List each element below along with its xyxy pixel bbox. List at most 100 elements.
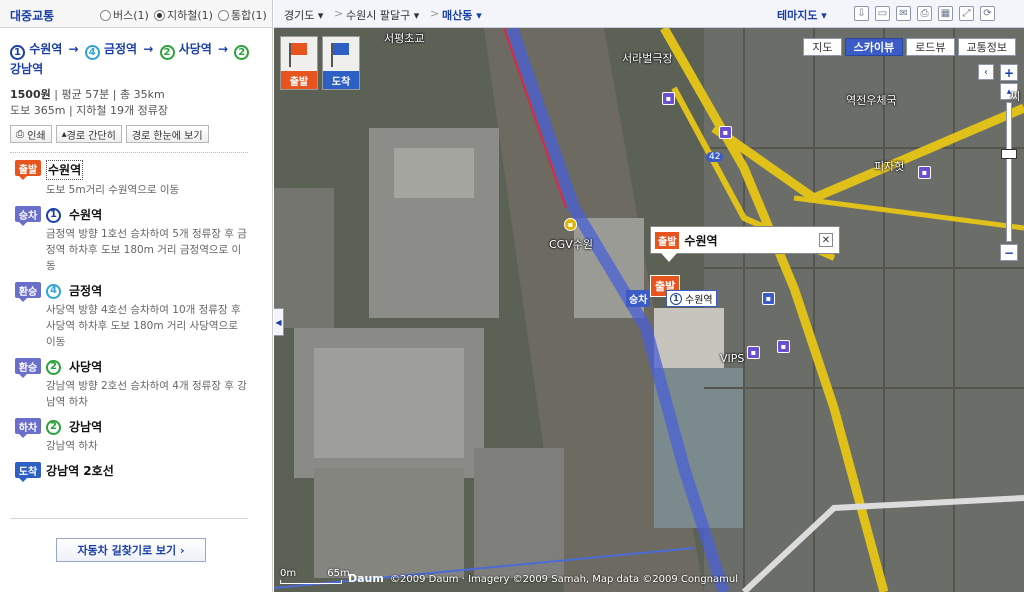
step-transfer[interactable]: 환승 4 금정역 사당역 방향 4호선 승차하여 10개 정류장 후 사당역 하차… xyxy=(10,282,248,350)
map-label[interactable]: 서평초교 xyxy=(384,30,424,46)
print-icon: ⎙ xyxy=(16,128,28,140)
movie-theater-icon[interactable]: ▪ xyxy=(564,218,577,231)
grid-icon[interactable]: ▦ xyxy=(938,6,953,21)
collapse-panel-button[interactable]: ◀ xyxy=(274,308,284,336)
satellite-map[interactable]: 출발 도착 ◀ 지도 스카이뷰 로드뷰 교통정보 ‹ + ▴ − 서평초교 서라… xyxy=(274,28,1024,592)
route-path[interactable]: 1 수원역 → 4 금정역 → 2 사당역 → 2 강남역 xyxy=(10,40,260,79)
mail-icon[interactable]: ✉ xyxy=(896,6,911,21)
bus-stop-icon[interactable]: ▪ xyxy=(777,340,790,353)
zoom-in-button[interactable]: + xyxy=(1000,64,1018,81)
map-type-traffic[interactable]: 교통정보 xyxy=(957,38,1016,56)
bus-stop-icon[interactable]: ▪ xyxy=(747,346,760,359)
scale-bar xyxy=(280,580,342,584)
save-icon[interactable]: ▭ xyxy=(875,6,890,21)
radio-icon xyxy=(100,9,111,21)
copyright-text: ©2009 Daum · Imagery ©2009 Samah, Map da… xyxy=(390,574,738,585)
arrow-icon: → xyxy=(143,42,154,56)
step-title: 수원역 xyxy=(69,208,103,222)
route-shield: 42 xyxy=(706,152,724,162)
transfer-badge: 환승 xyxy=(15,358,41,378)
bus-stop-icon[interactable]: ▪ xyxy=(719,126,732,139)
station-marker[interactable]: 1 수원역 xyxy=(666,290,717,307)
map-toolbar: 경기도 ▾ > 수원시 팔달구 ▾ > 매산동 ▾ 테마지도 ▾ ⇩ ▭ ✉ ⎙… xyxy=(274,0,1024,28)
step-title: 강남역 xyxy=(69,420,103,434)
map-label[interactable]: 서라벌극장 xyxy=(622,50,673,66)
overview-route-button[interactable]: 경로 한눈에 보기 xyxy=(125,125,209,143)
divider xyxy=(10,152,248,153)
breadcrumb-district[interactable]: 수원시 팔달구 ▾ xyxy=(346,7,419,23)
callout-tag: 출발 xyxy=(655,231,680,249)
map-label[interactable]: 씨 xyxy=(1010,88,1020,104)
step-title: 금정역 xyxy=(69,284,103,298)
walk-distance: 도보 365m xyxy=(10,104,66,117)
route-panel: 대중교통 버스(1) 지하철(1) 통합(1) 1 수원역 → 4 금정역 → … xyxy=(0,0,273,592)
map-type-roadview[interactable]: 로드뷰 xyxy=(906,38,955,56)
start-badge: 출발 xyxy=(15,160,41,180)
map-type-map[interactable]: 지도 xyxy=(803,38,842,56)
simplify-route-button[interactable]: ▴ 경로 간단히 xyxy=(55,125,122,143)
line-1-icon: 1 xyxy=(46,207,61,223)
stop-name: 금정역 xyxy=(103,42,138,56)
line-2-icon: 2 xyxy=(46,419,61,435)
step-board[interactable]: 승차 1 수원역 금정역 방향 1호선 승차하여 5개 정류장 후 금정역 하차후… xyxy=(10,206,248,274)
flag-label: 도착 xyxy=(323,71,359,89)
map-label[interactable]: 역전우체국 xyxy=(846,92,897,108)
route-steps: 출발 수원역 도보 5m거리 수원역으로 이동 승차 1 수원역 금정역 방향 1… xyxy=(10,160,248,488)
map-label[interactable]: CGV수원 xyxy=(549,236,593,252)
print-icon[interactable]: ⎙ xyxy=(917,6,932,21)
line-1-icon: 1 xyxy=(670,292,682,305)
map-label[interactable]: 피자헛 xyxy=(874,158,904,174)
end-flag-button[interactable]: 도착 xyxy=(322,36,360,90)
step-alight[interactable]: 하차 2 강남역 강남역 하차 xyxy=(10,418,248,454)
bus-stop-icon[interactable]: ▪ xyxy=(918,166,931,179)
refresh-icon[interactable]: ⟳ xyxy=(980,6,995,21)
step-start[interactable]: 출발 수원역 도보 5m거리 수원역으로 이동 xyxy=(10,160,248,198)
scale-start: 0m xyxy=(280,568,297,579)
station-marker-label: 수원역 xyxy=(685,295,713,306)
callout-name: 수원역 xyxy=(684,233,718,248)
option-bus[interactable]: 버스(1) xyxy=(100,7,149,23)
stop-name: 강남역 xyxy=(10,62,44,76)
flag-label: 출발 xyxy=(281,71,317,89)
breadcrumb-dong[interactable]: 매산동 ▾ xyxy=(442,7,482,23)
car-route-button[interactable]: 자동차 길찾기로 보기 › xyxy=(56,538,206,562)
close-icon[interactable]: ✕ xyxy=(819,233,833,247)
end-flag-icon xyxy=(333,43,349,55)
alight-badge: 하차 xyxy=(15,418,41,438)
pan-left-button[interactable]: ‹ xyxy=(978,64,994,80)
arrow-icon: → xyxy=(218,42,229,56)
map-type-skyview[interactable]: 스카이뷰 xyxy=(844,38,904,56)
step-desc: 사당역 방향 4호선 승차하여 10개 정류장 후 사당역 하차후 도보 180… xyxy=(46,304,241,348)
step-transfer[interactable]: 환승 2 사당역 강남역 방향 2호선 승차하여 4개 정류장 후 강남역 하차 xyxy=(10,358,248,410)
theme-map-menu[interactable]: 테마지도 ▾ xyxy=(777,7,827,23)
stop-name: 사당역 xyxy=(178,42,212,56)
option-subway[interactable]: 지하철(1) xyxy=(154,7,213,23)
option-combined[interactable]: 통합(1) xyxy=(218,7,267,23)
fullscreen-icon[interactable]: ⤢ xyxy=(959,6,974,21)
map-type-switcher: 지도 스카이뷰 로드뷰 교통정보 xyxy=(803,38,1016,56)
route-meta: 1500원 | 평균 57분 | 총 35km 도보 365m | 지하철 19… xyxy=(10,88,168,117)
breadcrumb-separator: > xyxy=(430,7,440,20)
line-4-icon: 4 xyxy=(46,283,61,299)
line-2-icon: 2 xyxy=(234,45,250,60)
zoom-out-button[interactable]: − xyxy=(1000,244,1018,261)
map-label[interactable]: VIPS xyxy=(720,352,744,365)
zoom-slider[interactable] xyxy=(1001,102,1017,242)
breadcrumb-province[interactable]: 경기도 ▾ xyxy=(284,7,323,23)
download-icon[interactable]: ⇩ xyxy=(854,6,869,21)
zoom-thumb[interactable] xyxy=(1001,149,1017,159)
stop-name: 수원역 xyxy=(29,42,63,56)
pan-control: ‹ xyxy=(978,64,994,80)
bus-stop-icon[interactable]: ▪ xyxy=(662,92,675,105)
building-icon[interactable]: ▪ xyxy=(762,292,775,305)
breadcrumb-separator: > xyxy=(334,7,344,20)
step-arrive[interactable]: 도착 강남역 2호선 xyxy=(10,462,248,482)
line-2-icon: 2 xyxy=(46,359,61,375)
step-desc: 강남역 하차 xyxy=(46,440,98,452)
start-flag-icon xyxy=(291,43,307,55)
start-flag-button[interactable]: 출발 xyxy=(280,36,318,90)
line-1-icon: 1 xyxy=(10,45,25,60)
board-marker[interactable]: 승차 xyxy=(626,290,651,307)
print-button[interactable]: ⎙ 인쇄 xyxy=(10,125,52,143)
step-desc: 금정역 방향 1호선 승차하여 5개 정류장 후 금정역 하차후 도보 180m… xyxy=(46,228,247,272)
